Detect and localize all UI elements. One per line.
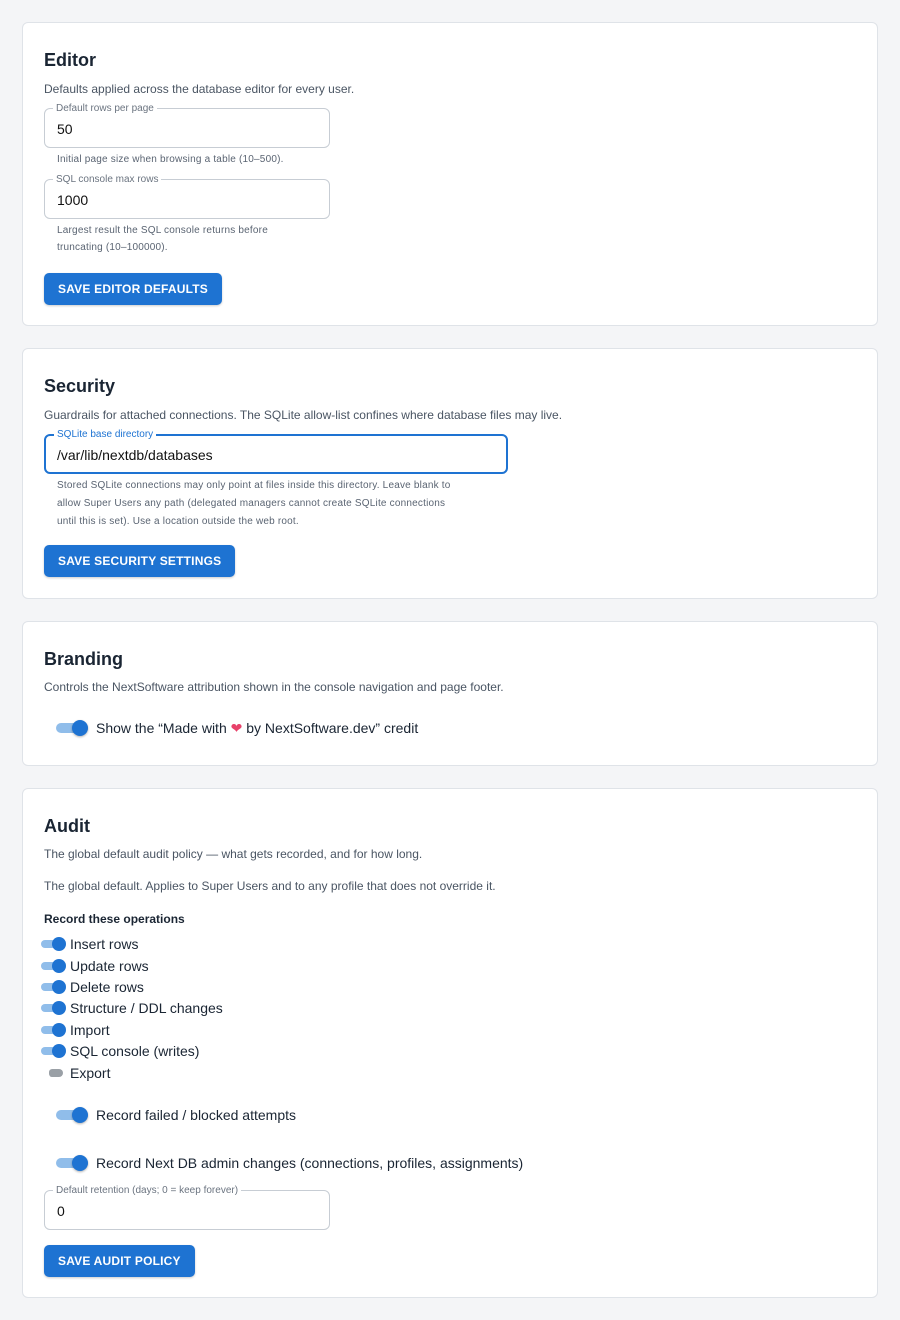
op-toggle-delete[interactable] — [41, 980, 67, 994]
branding-title: Branding — [44, 649, 123, 669]
sql-max-rows-hint-line2: truncating (10–100000). — [57, 242, 168, 253]
failed-attempts-label[interactable]: Record failed / blocked attempts — [96, 1107, 296, 1123]
toggle-thumb — [72, 1155, 88, 1171]
sqlite-base-directory-value[interactable]: /var/lib/nextdb/databases — [57, 447, 213, 463]
retention-field[interactable]: Default retention (days; 0 = keep foreve… — [44, 1185, 330, 1230]
op-toggle-sql-console[interactable] — [41, 1044, 67, 1058]
op-toggle-ddl[interactable] — [41, 1001, 67, 1015]
op-label: Delete rows — [70, 979, 144, 995]
save-audit-policy-button[interactable]: SAVE AUDIT POLICY — [44, 1245, 195, 1277]
op-label: Import — [70, 1022, 110, 1038]
branding-description: Controls the NextSoftware attribution sh… — [44, 680, 504, 694]
rows-per-page-label: Default rows per page — [53, 103, 157, 115]
credit-suffix: by NextSoftware.dev” credit — [242, 720, 419, 736]
op-label: Structure / DDL changes — [70, 1000, 223, 1016]
op-toggle-import[interactable] — [41, 1023, 67, 1037]
audit-card: Audit The global default audit policy — … — [22, 788, 878, 1298]
security-description: Guardrails for attached connections. The… — [44, 408, 563, 422]
editor-title: Editor — [44, 50, 96, 70]
failed-attempts-toggle[interactable] — [56, 1105, 90, 1125]
editor-description: Defaults applied across the database edi… — [44, 82, 355, 96]
security-hint-line3: until this is set). Use a location outsi… — [57, 516, 299, 527]
save-security-settings-button[interactable]: SAVE SECURITY SETTINGS — [44, 545, 236, 577]
sqlite-base-directory-field[interactable]: SQLite base directory /var/lib/nextdb/da… — [44, 429, 508, 474]
audit-note: The global default. Applies to Super Use… — [44, 879, 496, 893]
sql-max-rows-field[interactable]: SQL console max rows 1000 — [44, 174, 330, 219]
op-label: Export — [70, 1065, 111, 1081]
op-label: Update rows — [70, 958, 149, 974]
toggle-thumb — [72, 1107, 88, 1123]
rows-per-page-field[interactable]: Default rows per page 50 — [44, 103, 330, 148]
sqlite-base-directory-label: SQLite base directory — [54, 429, 157, 441]
op-label: SQL console (writes) — [70, 1043, 200, 1059]
editor-card: Editor Defaults applied across the datab… — [22, 22, 878, 326]
security-title: Security — [44, 376, 116, 396]
security-hint-line2: allow Super Users any path (delegated ma… — [57, 498, 446, 509]
security-card: Security Guardrails for attached connect… — [22, 348, 878, 599]
toggle-thumb — [72, 720, 88, 736]
security-hint-line1: Stored SQLite connections may only point… — [57, 480, 451, 491]
audit-description: The global default audit policy — what g… — [44, 847, 423, 861]
sql-max-rows-hint-line1: Largest result the SQL console returns b… — [57, 225, 268, 236]
op-label: Insert rows — [70, 936, 139, 952]
ops-heading: Record these operations — [44, 912, 185, 926]
branding-credit-toggle[interactable] — [56, 718, 90, 738]
rows-per-page-hint: Initial page size when browsing a table … — [57, 154, 284, 165]
op-toggle-export[interactable] — [41, 1066, 67, 1080]
admin-changes-label[interactable]: Record Next DB admin changes (connection… — [96, 1155, 523, 1171]
op-toggle-insert[interactable] — [41, 937, 67, 951]
retention-value[interactable]: 0 — [57, 1203, 65, 1219]
credit-prefix: Show the “Made with — [96, 720, 231, 736]
rows-per-page-value[interactable]: 50 — [57, 121, 73, 137]
sql-max-rows-label: SQL console max rows — [53, 174, 162, 186]
branding-credit-label[interactable]: Show the “Made with ❤ by NextSoftware.de… — [96, 720, 418, 737]
sql-max-rows-value[interactable]: 1000 — [57, 192, 88, 208]
heart-icon: ❤ — [230, 720, 243, 736]
save-editor-defaults-button[interactable]: SAVE EDITOR DEFAULTS — [44, 273, 223, 305]
branding-card: Branding Controls the NextSoftware attri… — [22, 621, 878, 766]
op-toggle-update[interactable] — [41, 959, 67, 973]
admin-changes-toggle[interactable] — [56, 1153, 90, 1173]
audit-title: Audit — [44, 816, 90, 836]
retention-label: Default retention (days; 0 = keep foreve… — [53, 1185, 242, 1197]
